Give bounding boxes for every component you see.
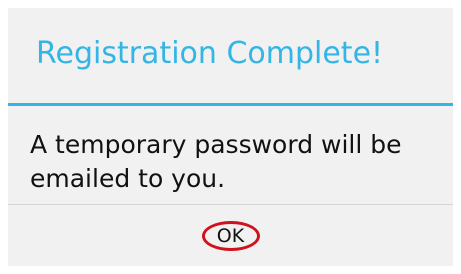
ok-button[interactable]: OK (8, 205, 453, 266)
ok-button-label: OK (216, 224, 245, 247)
title-divider (8, 103, 453, 106)
registration-dialog: Registration Complete! A temporary passw… (8, 8, 453, 266)
dialog-message: A temporary password will be emailed to … (30, 130, 402, 193)
button-bar: OK (8, 205, 453, 266)
dialog-title: Registration Complete! (36, 36, 384, 71)
